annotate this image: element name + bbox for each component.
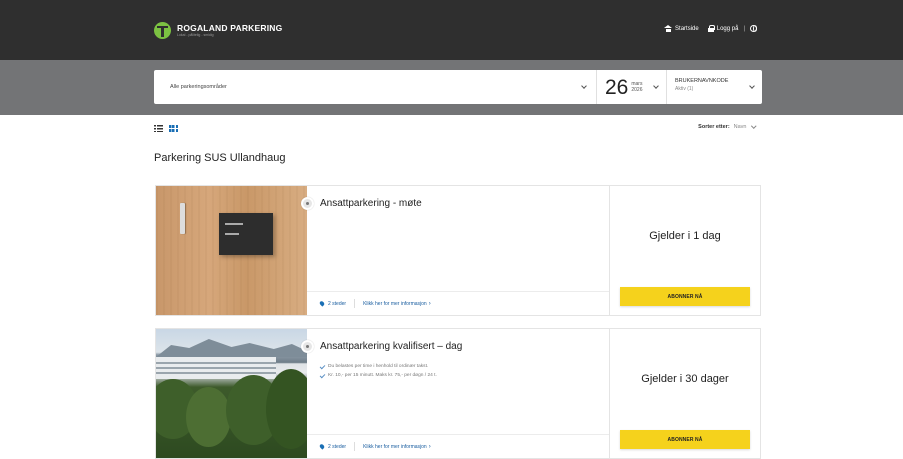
globe-icon[interactable]: [750, 25, 757, 32]
card-price-panel: Gjelder i 30 dager ABONNER NÅ: [610, 329, 760, 458]
view-toggles: [154, 125, 178, 132]
nav-login-label: Logg på: [716, 25, 739, 32]
list-item: Du belastes per time i henhold til ordin…: [319, 362, 437, 371]
filter-band: Alle parkeringsområder 26 mars 2026 BRUK…: [0, 60, 903, 115]
card-image: [156, 329, 307, 458]
card-validity: Gjelder i 1 dag: [649, 230, 721, 242]
date-day: 26: [605, 75, 629, 99]
user-code: BRUKERNAVNKODE: [675, 78, 729, 85]
area-select-value: Alle parkeringsområder: [170, 84, 227, 90]
location-pin-icon: [318, 443, 326, 450]
sort-control[interactable]: Sorter etter: Navn: [698, 123, 756, 130]
card-footer: 2 steder Klikk her for mer informasjon ›: [307, 434, 609, 458]
date-year: 2026: [631, 87, 643, 93]
card-title: Ansattparkering - møte: [320, 198, 422, 209]
lock-icon: [707, 25, 715, 32]
parking-card: Ansattparkering kvalifisert – dag Du bel…: [155, 328, 761, 459]
card-info: Ansattparkering - møte 2 steder Klikk he…: [307, 186, 610, 315]
area-select[interactable]: Alle parkeringsområder: [154, 70, 596, 104]
user-status: Aktiv (1): [675, 85, 694, 92]
brand-name: ROGALAND PARKERING: [177, 23, 283, 33]
chevron-right-icon: ›: [428, 300, 431, 307]
nav-login-link[interactable]: Logg på: [707, 25, 739, 32]
card-more-info-link[interactable]: Klikk her for mer informasjon: [363, 301, 427, 307]
brand-tagline: Lokal - pålitelig - smidig: [177, 32, 214, 37]
sort-value: Navn: [733, 124, 747, 130]
chevron-down-icon: [653, 83, 659, 89]
card-marker-icon: [301, 197, 314, 210]
nav-home-link[interactable]: Startside: [664, 25, 699, 32]
location-pin-icon: [318, 300, 326, 307]
brand-logo[interactable]: ROGALAND PARKERING Lokal - pålitelig - s…: [154, 22, 282, 39]
brand-logo-mark: [154, 22, 171, 39]
list-view-icon[interactable]: [154, 125, 163, 132]
user-select[interactable]: BRUKERNAVNKODE Aktiv (1): [666, 70, 762, 104]
date-picker[interactable]: 26 mars 2026: [596, 70, 666, 104]
card-title: Ansattparkering kvalifisert – dag: [320, 341, 463, 352]
card-image: [156, 186, 307, 315]
nav-home-label: Startside: [675, 25, 699, 32]
card-locations-link[interactable]: 2 steder: [328, 444, 346, 450]
card-info: Ansattparkering kvalifisert – dag Du bel…: [307, 329, 610, 458]
card-validity: Gjelder i 30 dager: [641, 373, 729, 385]
section-title: Parkering SUS Ullandhaug: [154, 152, 286, 164]
nav-separator: |: [743, 25, 745, 32]
check-icon: [319, 372, 326, 378]
top-navigation: Startside Logg på |: [664, 25, 757, 32]
grid-view-icon[interactable]: [169, 125, 178, 132]
card-footer: 2 steder Klikk her for mer informasjon ›: [307, 291, 609, 315]
card-locations-link[interactable]: 2 steder: [328, 301, 346, 307]
chevron-down-icon: [581, 83, 587, 89]
subscribe-button[interactable]: ABONNER NÅ: [620, 430, 750, 449]
subscribe-button[interactable]: ABONNER NÅ: [620, 287, 750, 306]
filter-box: Alle parkeringsområder 26 mars 2026 BRUK…: [154, 70, 762, 104]
card-price-panel: Gjelder i 1 dag ABONNER NÅ: [610, 186, 760, 315]
divider: [354, 299, 356, 308]
sort-label: Sorter etter:: [698, 124, 730, 130]
list-item: Kr. 10,- per 15 minutt. Maks kr. 75,- pe…: [319, 371, 437, 380]
chevron-down-icon: [750, 123, 756, 129]
home-icon: [664, 25, 673, 32]
check-icon: [319, 363, 326, 369]
chevron-down-icon: [749, 83, 755, 89]
top-header: ROGALAND PARKERING Lokal - pålitelig - s…: [0, 0, 903, 60]
chevron-right-icon: ›: [428, 443, 431, 450]
card-more-info-link[interactable]: Klikk her for mer informasjon: [363, 444, 427, 450]
card-marker-icon: [301, 340, 314, 353]
card-bullets: Du belastes per time i henhold til ordin…: [319, 362, 437, 380]
divider: [354, 442, 356, 451]
parking-card: Ansattparkering - møte 2 steder Klikk he…: [155, 185, 761, 316]
